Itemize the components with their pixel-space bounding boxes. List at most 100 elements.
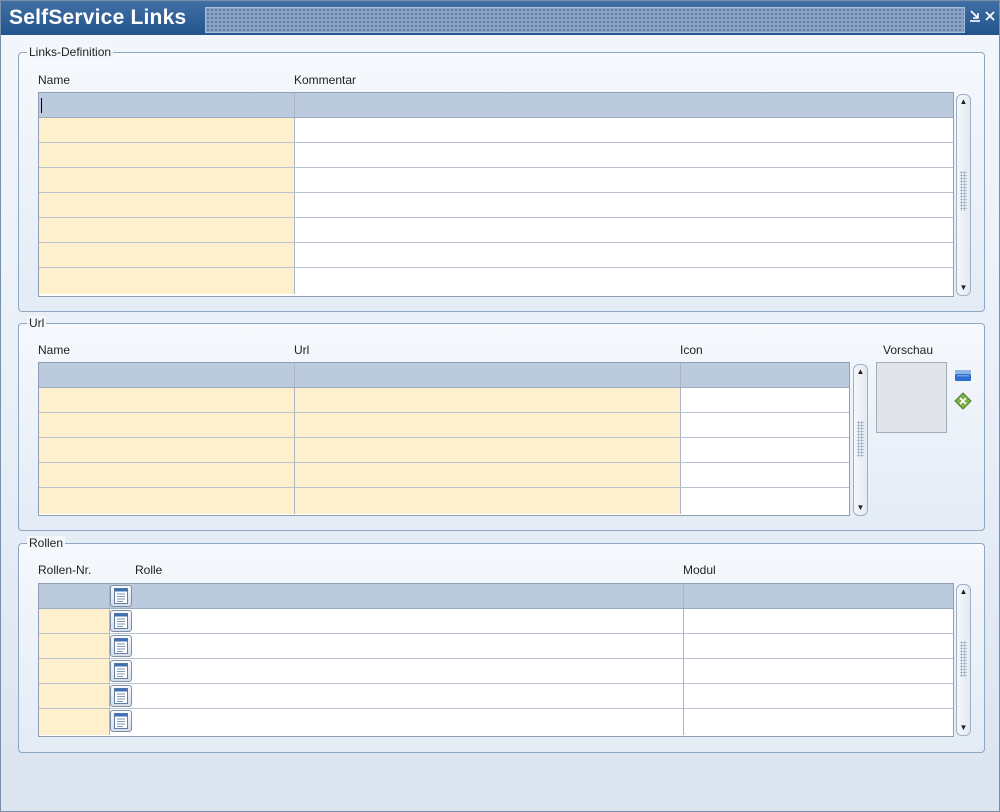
modul-cell[interactable]: [684, 659, 953, 683]
folder-open-icon[interactable]: [954, 366, 972, 384]
links-scrollbar[interactable]: ▲ ▼: [956, 94, 971, 296]
url-name-cell[interactable]: [39, 488, 295, 514]
modul-cell[interactable]: [684, 584, 953, 608]
table-row[interactable]: [39, 218, 953, 243]
links-kommentar-cell[interactable]: [295, 218, 953, 242]
links-kommentar-cell[interactable]: [295, 143, 953, 167]
links-kommentar-cell[interactable]: [295, 193, 953, 217]
list-of-values-icon[interactable]: [110, 660, 132, 682]
links-name-cell[interactable]: [39, 93, 295, 117]
links-grid: [38, 92, 954, 297]
links-name-cell[interactable]: [39, 268, 295, 294]
rolle-cell[interactable]: [136, 709, 684, 735]
url-icon-cell[interactable]: [681, 363, 849, 387]
url-icon-cell[interactable]: [681, 438, 849, 462]
table-row[interactable]: [39, 143, 953, 168]
scroll-down-icon[interactable]: ▼: [957, 282, 970, 294]
rolle-cell[interactable]: [136, 634, 684, 658]
table-row[interactable]: [39, 463, 849, 488]
rollen-nr-cell[interactable]: [39, 684, 110, 708]
scroll-grip[interactable]: [960, 171, 967, 211]
url-name-cell[interactable]: [39, 463, 295, 487]
modul-cell[interactable]: [684, 684, 953, 708]
list-of-values-icon[interactable]: [110, 610, 132, 632]
links-name-cell[interactable]: [39, 168, 295, 192]
url-name-cell[interactable]: [39, 363, 295, 387]
url-url-cell[interactable]: [295, 363, 681, 387]
scroll-down-icon[interactable]: ▼: [957, 722, 970, 734]
links-kommentar-cell[interactable]: [295, 268, 953, 294]
title-bar[interactable]: SelfService Links: [1, 1, 999, 35]
url-icon-cell[interactable]: [681, 388, 849, 412]
rollen-nr-cell[interactable]: [39, 659, 110, 683]
url-name-cell[interactable]: [39, 413, 295, 437]
rolle-cell[interactable]: [136, 684, 684, 708]
table-row[interactable]: [39, 488, 849, 514]
url-grid-current-row[interactable]: [39, 363, 849, 388]
list-of-values-icon-glyph: [114, 713, 128, 729]
table-row[interactable]: [39, 438, 849, 463]
rolle-cell[interactable]: [136, 584, 684, 608]
table-row[interactable]: [39, 684, 953, 709]
clear-image-icon[interactable]: [954, 392, 972, 410]
links-name-cell[interactable]: [39, 143, 295, 167]
list-of-values-icon[interactable]: [110, 685, 132, 707]
modul-cell[interactable]: [684, 609, 953, 633]
window-title: SelfService Links: [9, 6, 187, 29]
links-name-cell[interactable]: [39, 243, 295, 267]
url-icon-cell[interactable]: [681, 463, 849, 487]
url-name-cell[interactable]: [39, 438, 295, 462]
links-kommentar-cell[interactable]: [295, 118, 953, 142]
scroll-up-icon[interactable]: ▲: [957, 96, 970, 108]
table-row[interactable]: [39, 609, 953, 634]
links-name-cell[interactable]: [39, 218, 295, 242]
rollen-nr-cell[interactable]: [39, 609, 110, 633]
close-icon[interactable]: [983, 9, 997, 27]
modul-cell[interactable]: [684, 709, 953, 735]
list-of-values-icon[interactable]: [110, 635, 132, 657]
table-row[interactable]: [39, 709, 953, 735]
list-of-values-icon[interactable]: [110, 585, 132, 607]
table-row[interactable]: [39, 388, 849, 413]
scroll-grip[interactable]: [960, 641, 967, 677]
rollen-nr-cell[interactable]: [39, 584, 110, 608]
table-row[interactable]: [39, 659, 953, 684]
minimize-arrow-icon[interactable]: [968, 9, 982, 27]
table-row[interactable]: [39, 193, 953, 218]
url-url-cell[interactable]: [295, 438, 681, 462]
url-scrollbar[interactable]: ▲ ▼: [853, 364, 868, 516]
selfservice-links-window: SelfService Links Links-Definition Name …: [0, 0, 1000, 812]
rolle-cell[interactable]: [136, 659, 684, 683]
scroll-down-icon[interactable]: ▼: [854, 502, 867, 514]
table-row[interactable]: [39, 268, 953, 294]
table-row[interactable]: [39, 634, 953, 659]
scroll-up-icon[interactable]: ▲: [957, 586, 970, 598]
rolle-cell[interactable]: [136, 609, 684, 633]
table-row[interactable]: [39, 413, 849, 438]
url-url-cell[interactable]: [295, 413, 681, 437]
modul-cell[interactable]: [684, 634, 953, 658]
url-icon-cell[interactable]: [681, 413, 849, 437]
scroll-grip[interactable]: [857, 421, 864, 457]
links-kommentar-cell[interactable]: [295, 243, 953, 267]
url-icon-cell[interactable]: [681, 488, 849, 514]
url-name-cell[interactable]: [39, 388, 295, 412]
url-url-cell[interactable]: [295, 488, 681, 514]
rollen-grid-current-row[interactable]: [39, 584, 953, 609]
table-row[interactable]: [39, 243, 953, 268]
links-name-cell[interactable]: [39, 193, 295, 217]
rollen-scrollbar[interactable]: ▲ ▼: [956, 584, 971, 736]
list-of-values-icon[interactable]: [110, 710, 132, 732]
title-bar-drag-handle[interactable]: [205, 7, 965, 33]
scroll-up-icon[interactable]: ▲: [854, 366, 867, 378]
links-kommentar-cell[interactable]: [295, 93, 953, 117]
links-kommentar-cell[interactable]: [295, 168, 953, 192]
url-url-cell[interactable]: [295, 463, 681, 487]
links-grid-current-row[interactable]: [39, 93, 953, 118]
table-row[interactable]: [39, 168, 953, 193]
rollen-nr-cell[interactable]: [39, 709, 110, 735]
url-url-cell[interactable]: [295, 388, 681, 412]
links-name-cell[interactable]: [39, 118, 295, 142]
table-row[interactable]: [39, 118, 953, 143]
rollen-nr-cell[interactable]: [39, 634, 110, 658]
